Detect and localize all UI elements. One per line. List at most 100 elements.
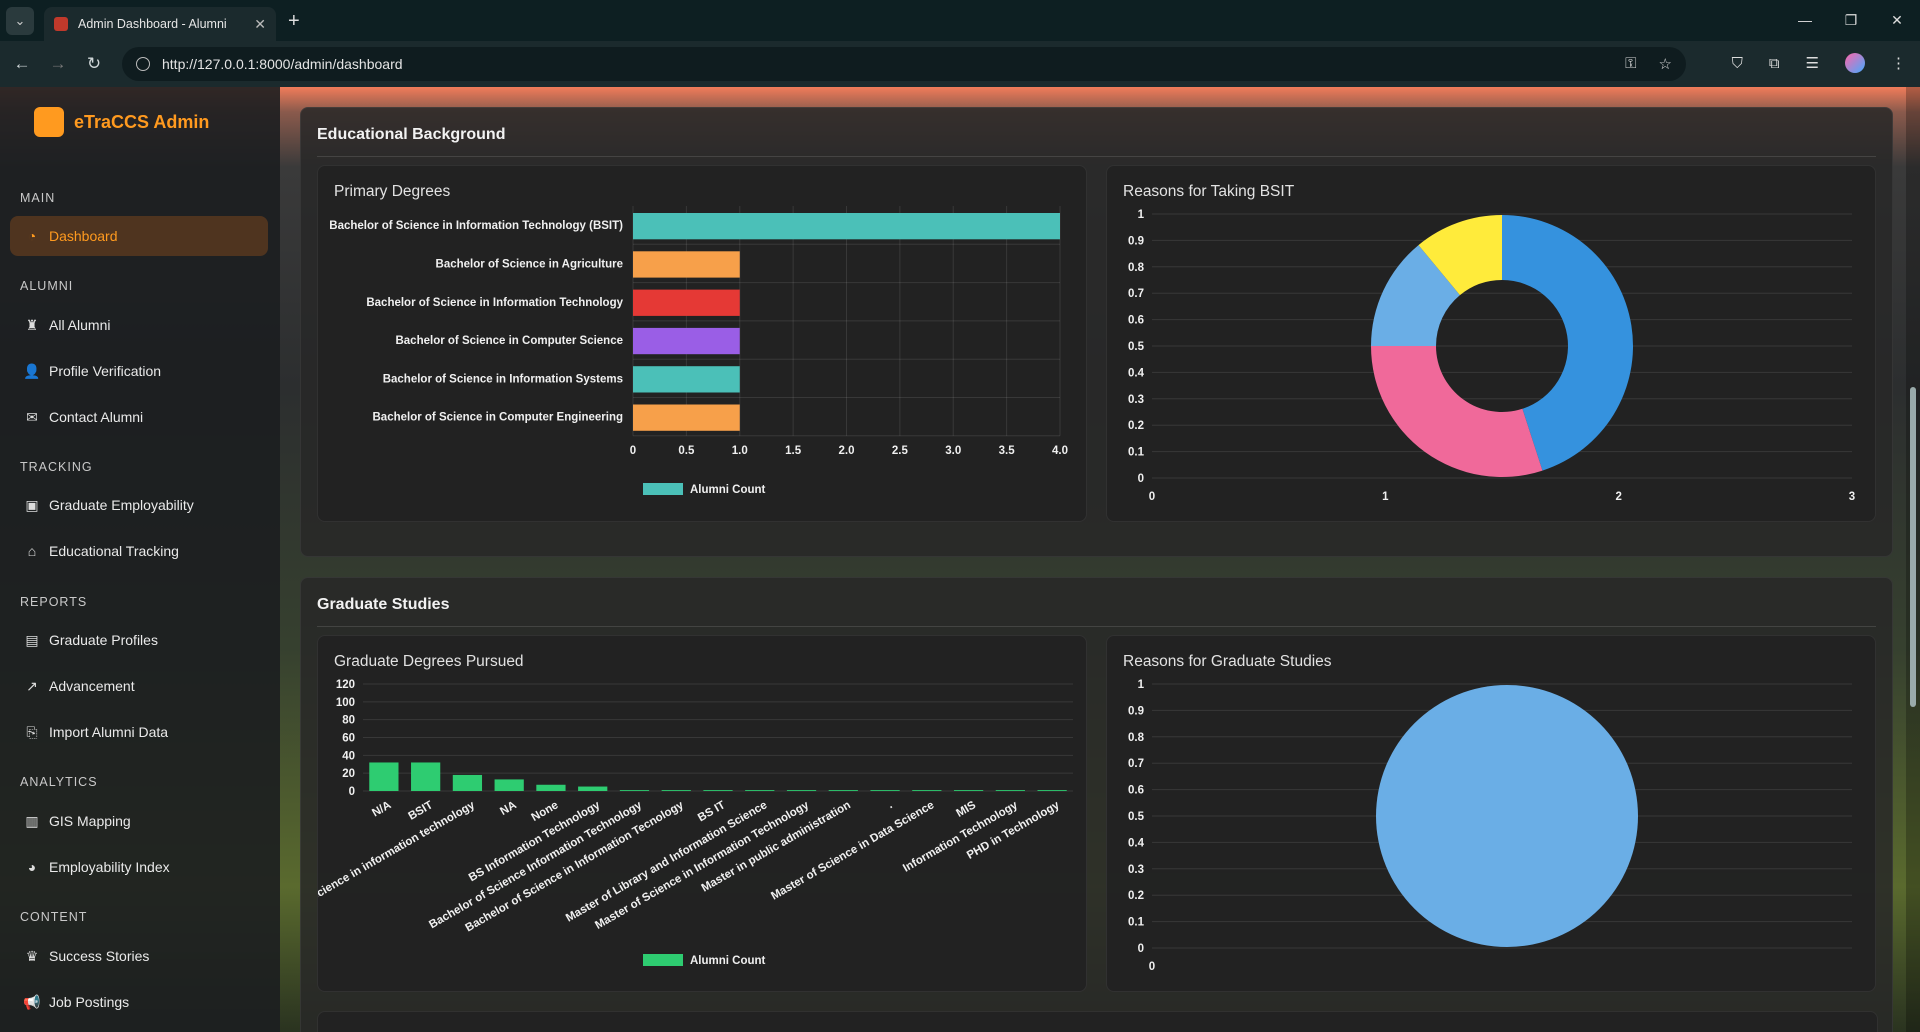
y-tick-label: 0.3	[1128, 864, 1144, 876]
legend-label: Alumni Count	[690, 484, 766, 496]
category-label: Bachelor of Science in Computer Engineer…	[373, 412, 624, 424]
sidebar-item-employability-index[interactable]: ◕ Employability Index	[10, 847, 268, 887]
sidebar-item-label: Employability Index	[49, 859, 170, 875]
sidebar-item-gis-mapping[interactable]: ▥ GIS Mapping	[10, 801, 268, 841]
bar	[1037, 790, 1067, 791]
window-controls: — ❐ ✕	[1782, 0, 1920, 40]
bookmark-star-icon[interactable]: ☆	[1659, 55, 1672, 73]
megaphone-icon: 📢	[23, 993, 41, 1010]
section-label-tracking: TRACKING	[20, 460, 93, 474]
donut-slice	[1371, 346, 1543, 477]
sidebar-item-contact-alumni[interactable]: ✉ Contact Alumni	[10, 397, 268, 437]
y-tick-label: 0.2	[1128, 420, 1144, 432]
bar	[633, 213, 1060, 240]
page-viewport: eTraCCS Admin MAIN ◔ Dashboard ALUMNI ♜ …	[0, 87, 1920, 1032]
primary-degrees-chart: 0 0.5 1.0 1.5 2.0 2.5 3.0 3.5 4.0 Bachelor of Sci…	[329, 206, 1068, 496]
browser-tab[interactable]: Admin Dashboard - Alumni ✕	[44, 7, 276, 41]
url-text: http://127.0.0.1:8000/admin/dashboard	[162, 56, 403, 72]
close-window-icon[interactable]: ✕	[1874, 0, 1920, 40]
y-tick-label: 80	[342, 715, 355, 727]
sidebar-item-success-stories[interactable]: ♛ Success Stories	[10, 936, 268, 976]
new-tab-icon[interactable]: +	[288, 10, 300, 33]
sidebar-item-educational-tracking[interactable]: ⌂ Educational Tracking	[10, 531, 268, 571]
bar	[536, 784, 566, 791]
dashboard-icon: ◔	[27, 228, 37, 244]
extensions-area: ⛉ ⧉ ☰ ⋮	[1732, 53, 1906, 73]
y-tick-label: 20	[342, 768, 355, 780]
sidebar-item-all-alumni[interactable]: ♜ All Alumni	[10, 305, 268, 345]
x-tick-label: 3.0	[945, 445, 961, 457]
sidebar-item-graduate-employability[interactable]: ▣ Graduate Employability	[10, 485, 268, 525]
site-info-icon[interactable]	[136, 57, 150, 71]
y-tick-label: 0.6	[1128, 315, 1144, 327]
x-tick-label: 2.5	[892, 445, 909, 457]
trophy-icon: ♛	[25, 947, 39, 964]
x-tick-label: 1	[1382, 491, 1389, 503]
bar	[633, 251, 740, 278]
university-icon: ⌂	[27, 543, 37, 559]
x-tick-label: 0.5	[678, 445, 695, 457]
y-tick-label: 40	[342, 750, 355, 762]
category-label: Bachelor of Science in Computer Science	[395, 335, 623, 347]
minimize-icon[interactable]: —	[1782, 0, 1828, 40]
brand-logo-icon	[34, 107, 64, 137]
sidebar-item-job-postings[interactable]: 📢 Job Postings	[10, 982, 268, 1022]
sidebar-item-graduate-profiles[interactable]: ▤ Graduate Profiles	[10, 620, 268, 660]
bar	[411, 762, 441, 791]
bar	[745, 790, 775, 791]
divider	[317, 626, 1876, 627]
graduate-degrees-chart: 120 100 80 60 40 20 0 N/A BSITof Science in info…	[318, 679, 1073, 967]
y-tick-label: 100	[336, 697, 355, 709]
close-tab-icon[interactable]: ✕	[254, 16, 266, 33]
shield-icon[interactable]: ⛉	[1732, 55, 1743, 72]
sidebar-item-dashboard[interactable]: ◔ Dashboard	[10, 216, 268, 256]
reload-icon[interactable]: ↻	[76, 54, 112, 74]
legend-label: Alumni Count	[690, 955, 766, 967]
divider	[317, 156, 1876, 157]
extensions-puzzle-icon[interactable]: ⧉	[1769, 55, 1780, 72]
tab-search-icon[interactable]: ⌄	[6, 7, 34, 35]
menu-kebab-icon[interactable]: ⋮	[1891, 54, 1906, 72]
section-label-alumni: ALUMNI	[20, 279, 74, 293]
sidebar-item-label: Dashboard	[49, 228, 118, 244]
x-tick-label: 3	[1849, 491, 1855, 503]
category-label: Bachelor of Science in Information Techn…	[366, 297, 623, 309]
y-tick-label: 0	[349, 786, 355, 798]
y-tick-label: 0	[1138, 943, 1144, 955]
category-label: Bachelor of Science in Information Syste…	[383, 373, 623, 385]
bar	[633, 289, 740, 316]
password-key-icon[interactable]: ⚿	[1625, 55, 1636, 73]
line-chart-icon: ↗	[26, 677, 38, 694]
profile-avatar[interactable]	[1845, 53, 1865, 73]
section-label-main: MAIN	[20, 191, 56, 205]
scrollbar-thumb[interactable]	[1910, 387, 1916, 707]
restore-icon[interactable]: ❐	[1828, 0, 1874, 40]
sidebar-item-profile-verification[interactable]: 👤 Profile Verification	[10, 351, 268, 391]
section-label-reports: REPORTS	[20, 595, 88, 609]
y-tick-label: 0.1	[1128, 447, 1145, 459]
graduate-studies-title: Graduate Studies	[317, 596, 450, 613]
sidebar-item-label: Job Postings	[49, 994, 130, 1010]
y-tick-label: 0.4	[1128, 367, 1145, 379]
x-tick-label: 1.5	[785, 445, 802, 457]
category-label: MIS	[954, 799, 978, 820]
back-icon[interactable]: ←	[4, 54, 40, 74]
browser-tab-bar: ⌄ Admin Dashboard - Alumni ✕ + — ❐ ✕	[0, 0, 1920, 41]
address-bar[interactable]: http://127.0.0.1:8000/admin/dashboard ⚿ …	[122, 47, 1686, 81]
sidebar-item-advancement[interactable]: ↗ Advancement	[10, 666, 268, 706]
sidebar-item-label: Graduate Employability	[49, 497, 194, 513]
brand[interactable]: eTraCCS Admin	[34, 107, 209, 137]
sidebar-item-label: Success Stories	[49, 948, 150, 964]
legend-swatch	[643, 954, 683, 966]
x-tick-label: 4.0	[1052, 445, 1068, 457]
x-tick-label: 1.0	[732, 445, 748, 457]
page-scrollbar[interactable]	[1906, 87, 1920, 1032]
pie-slice	[1376, 685, 1638, 947]
y-tick-label: 120	[336, 679, 355, 691]
brand-name: eTraCCS Admin	[74, 111, 210, 132]
y-tick-label: 0.3	[1128, 394, 1144, 406]
sidebar-item-import-alumni-data[interactable]: ⎘ Import Alumni Data	[10, 712, 268, 752]
reading-list-icon[interactable]: ☰	[1806, 54, 1819, 72]
category-label: N/A	[370, 799, 393, 819]
forward-icon[interactable]: →	[40, 54, 76, 74]
